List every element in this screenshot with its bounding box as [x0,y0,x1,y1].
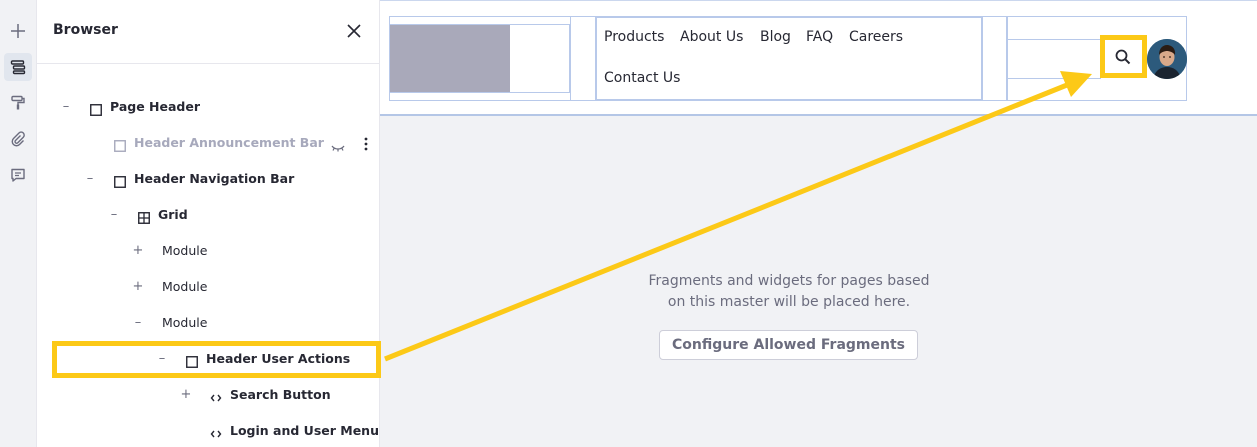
paint-roller-icon[interactable] [4,89,32,117]
nav-link-products[interactable]: Products [604,29,664,45]
close-icon[interactable] [345,22,363,40]
empty-message-line: on this master will be placed here. [667,294,911,310]
nav-link-about-us[interactable]: About Us [680,29,743,45]
tree-item-label: Module [162,315,208,330]
collapse-toggle[interactable]: – [83,170,97,188]
nav-link-faq[interactable]: FAQ [806,29,833,45]
nav-link-blog[interactable]: Blog [760,29,791,45]
logo-placeholder[interactable] [390,25,510,92]
tree-item-label: Grid [158,207,188,222]
highlight-box-search-button [1100,35,1147,78]
eye-slash-icon[interactable] [331,138,345,152]
empty-message-line: Fragments and widgets for pages based [648,273,930,289]
tree-item-header-navigation-bar[interactable]: – Header Navigation Bar [37,161,380,197]
tree-item-header-announcement-bar[interactable]: Header Announcement Bar [37,125,380,161]
empty-master-message: Fragments and widgets for pages based on… [640,271,938,313]
tree-item-module[interactable]: + Module [37,269,380,305]
nav-link-contact-us[interactable]: Contact Us [604,70,680,86]
expand-toggle[interactable]: + [131,242,145,260]
avatar[interactable] [1147,39,1187,79]
tree-item-module[interactable]: – Module [37,305,380,341]
grid-icon [138,209,150,224]
expand-toggle[interactable]: + [131,278,145,296]
browser-panel: Browser – Page Header Header Announcemen… [37,0,380,447]
highlight-box-tree-item [52,341,381,378]
tree-item-label: Search Button [230,387,331,402]
tree-item-label: Module [162,243,208,258]
panel-title: Browser [53,22,118,38]
collapse-toggle[interactable]: – [59,98,73,116]
gutter-outline [982,16,1007,101]
layers-icon[interactable] [4,53,32,81]
collapse-toggle[interactable]: – [107,206,121,224]
tree-item-label: Page Header [110,99,201,114]
tree-item-page-header[interactable]: – Page Header [37,89,380,125]
paperclip-icon[interactable] [4,125,32,153]
container-icon [90,101,102,116]
gutter-outline [570,16,596,101]
tree-item-login-and-user-menu[interactable]: Login and User Menu [37,413,380,447]
plus-icon[interactable] [4,17,32,45]
panel-divider [37,63,380,64]
tree-item-label: Module [162,279,208,294]
search-field-outline [1007,39,1101,79]
tree-item-grid[interactable]: – Grid [37,197,380,233]
tree-item-module[interactable]: + Module [37,233,380,269]
collapse-toggle[interactable]: – [131,314,145,332]
code-icon [210,389,222,402]
container-icon [114,137,126,152]
code-icon [210,425,222,438]
tree-item-search-button[interactable]: + Search Button [37,377,380,413]
app: Browser – Page Header Header Announcemen… [0,0,1257,447]
options-kebab-icon[interactable] [363,136,369,151]
configure-allowed-fragments-button[interactable]: Configure Allowed Fragments [659,330,918,360]
tree-item-label: Header Navigation Bar [134,171,295,186]
sidebar-rail [0,0,37,447]
expand-toggle[interactable]: + [179,386,193,404]
nav-link-careers[interactable]: Careers [849,29,903,45]
comment-icon[interactable] [4,161,32,189]
tree-item-label: Header Announcement Bar [134,135,324,150]
tree-item-label: Login and User Menu [230,423,379,438]
container-icon [114,173,126,188]
